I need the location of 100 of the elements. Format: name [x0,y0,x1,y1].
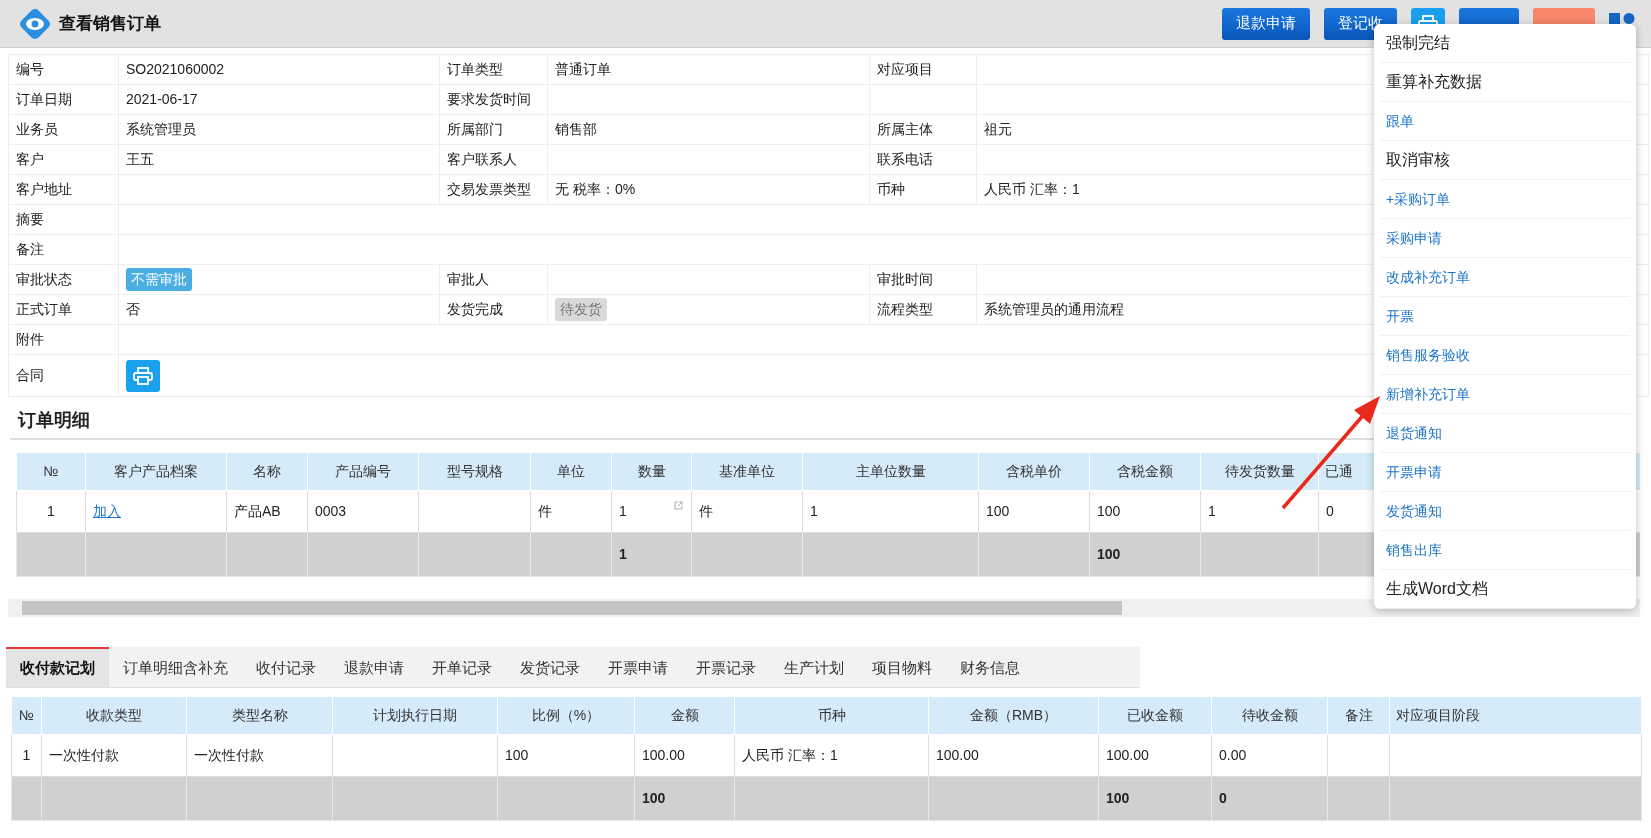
field-label: 订单类型 [439,54,548,85]
column-header: 收款类型 [41,696,187,735]
field-label: 附件 [8,324,119,355]
status-badge: 待发货 [555,298,607,321]
column-header: 含税金额 [1089,452,1201,491]
table-cell: 0.00 [1211,734,1328,777]
field-label: 客户 [8,144,119,175]
tab[interactable]: 生产计划 [770,647,858,687]
column-header: 数量 [611,452,692,491]
table-cell: 人民币 汇率：1 [734,734,929,777]
external-link-icon[interactable] [674,501,683,510]
field-label: 摘要 [8,204,119,235]
field-value: 普通订单 [547,54,870,85]
horizontal-scrollbar[interactable] [8,599,1640,617]
table-cell: 1 [16,490,86,533]
total-cell: 0 [1211,776,1328,821]
tab[interactable]: 项目物料 [858,647,946,687]
total-cell: 100 [1098,776,1212,821]
field-label: 所属主体 [869,114,977,145]
column-header: 产品编号 [307,452,419,491]
field-value: 系统管理员 [118,114,440,145]
table-cell: 1 [11,734,42,777]
table-cell: 1 [1200,490,1319,533]
field-label: 业务员 [8,114,119,145]
status-badge: 不需审批 [126,268,192,291]
field-label: 对应项目 [869,54,977,85]
action-button[interactable]: 退款申请 [1222,7,1310,40]
table-cell: 件 [530,490,612,533]
field-label: 合同 [8,354,119,397]
table-cell: 一次性付款 [186,734,333,777]
field-label: 所属部门 [439,114,548,145]
column-header: № [16,452,86,491]
tab[interactable]: 收付款记划 [6,647,109,687]
total-cell: 100 [634,776,735,821]
column-header: 金额（RMB） [928,696,1099,735]
menu-item[interactable]: 强制完结 [1380,24,1630,63]
column-header: 名称 [226,452,308,491]
column-header: 备注 [1327,696,1390,735]
field-label: 编号 [8,54,119,85]
tab[interactable]: 发货记录 [506,647,594,687]
field-label: 联系电话 [869,144,977,175]
column-header: 计划执行日期 [332,696,498,735]
table-cell: 产品AB [226,490,308,533]
field-label: 要求发货时间 [439,84,548,115]
table-cell: 件 [691,490,803,533]
field-label: 交易发票类型 [439,174,548,205]
field-label: 发货完成 [439,294,548,325]
table-cell: 100 [497,734,635,777]
column-header: 型号规格 [418,452,531,491]
tab[interactable]: 开票记录 [682,647,770,687]
total-cell: 1 [611,532,692,577]
field-label: 币种 [869,174,977,205]
column-header: № [11,696,42,735]
field-label: 订单日期 [8,84,119,115]
table-cell: 1 [802,490,979,533]
column-header: 待发货数量 [1200,452,1319,491]
field-value: 2021-06-17 [118,84,440,115]
column-header: 待收金额 [1211,696,1328,735]
field-label: 流程类型 [869,294,977,325]
table-cell: 0003 [307,490,419,533]
tab[interactable]: 退款申请 [330,647,418,687]
column-header: 含税单价 [978,452,1090,491]
column-header: 已收金额 [1098,696,1212,735]
tab[interactable]: 订单明细含补充 [109,647,242,687]
field-label: 审批人 [439,264,548,295]
field-value: 否 [118,294,440,325]
column-header: 客户产品档案 [85,452,227,491]
field-label: 备注 [8,234,119,265]
page-title: 查看销售订单 [59,12,161,35]
tab[interactable]: 开票申请 [594,647,682,687]
field-value: 王五 [118,144,440,175]
column-header: 币种 [734,696,929,735]
table-cell: 100.00 [928,734,1099,777]
add-link[interactable]: 加入 [93,503,121,519]
table-cell[interactable]: 1 [611,490,692,533]
table-cell: 一次性付款 [41,734,187,777]
column-header: 对应项目阶段 [1389,696,1642,735]
total-cell: 100 [1089,532,1201,577]
field-label: 客户地址 [8,174,119,205]
field-label: 正式订单 [8,294,119,325]
scrollbar-thumb[interactable] [22,601,1122,615]
tab[interactable]: 财务信息 [946,647,1034,687]
column-header: 单位 [530,452,612,491]
field-label: 客户联系人 [439,144,548,175]
printer-icon [133,366,153,385]
column-header: 金额 [634,696,735,735]
field-label: 审批状态 [8,264,119,295]
table-cell: 100.00 [634,734,735,777]
table-cell: 100.00 [1098,734,1212,777]
column-header: 类型名称 [186,696,333,735]
tab[interactable]: 开单记录 [418,647,506,687]
field-value: SO2021060002 [118,54,440,85]
column-header: 基准单位 [691,452,803,491]
column-header: 比例（%） [497,696,635,735]
tab[interactable]: 收付记录 [242,647,330,687]
field-label: 审批时间 [869,264,977,295]
field-value: 销售部 [547,114,870,145]
field-value: 无 税率：0% [547,174,870,205]
table-cell: 100 [1089,490,1201,533]
table-cell: 100 [978,490,1090,533]
